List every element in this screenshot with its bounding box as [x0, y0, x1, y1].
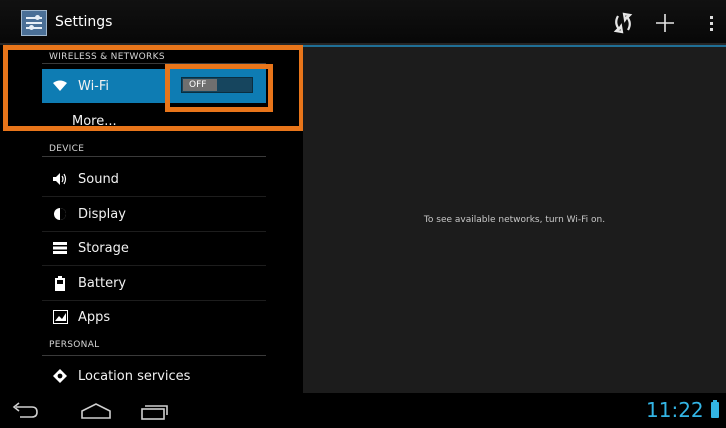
sidebar-item-apps[interactable]: Apps — [42, 300, 266, 334]
status-battery-icon — [711, 400, 719, 418]
sidebar-item-battery[interactable]: Battery — [42, 266, 266, 300]
add-icon[interactable] — [652, 8, 678, 38]
overflow-menu-icon[interactable] — [704, 8, 718, 38]
recent-apps-icon[interactable] — [138, 401, 170, 423]
sidebar-item-label: Sound — [78, 171, 119, 187]
sidebar-item-label: Location services — [78, 368, 191, 384]
sidebar-item-sound[interactable]: Sound — [42, 162, 266, 196]
sound-icon — [52, 171, 68, 187]
sidebar-item-label: Display — [78, 206, 126, 222]
sidebar-item-storage[interactable]: Storage — [42, 231, 266, 265]
sidebar-item-label: Battery — [78, 275, 127, 291]
back-icon[interactable] — [10, 401, 42, 423]
navigation-bar — [0, 395, 726, 428]
storage-icon — [52, 240, 68, 256]
sidebar-item-display[interactable]: Display — [42, 197, 266, 231]
sidebar-item-label: Apps — [78, 309, 111, 325]
highlight-wifi-toggle — [165, 64, 273, 112]
category-divider — [42, 156, 266, 157]
status-clock: 11:22 — [646, 398, 704, 422]
action-bar: Settings — [0, 0, 726, 45]
refresh-icon[interactable] — [610, 8, 636, 38]
settings-app-icon[interactable] — [21, 10, 47, 36]
wifi-detail-pane: To see available networks, turn Wi-Fi on… — [303, 45, 726, 393]
wifi-off-message: To see available networks, turn Wi-Fi on… — [423, 215, 606, 225]
category-divider — [42, 355, 266, 356]
sidebar-item-label: Storage — [78, 240, 129, 256]
app-title: Settings — [55, 14, 113, 30]
location-icon — [52, 368, 68, 384]
category-personal: PERSONAL — [49, 340, 100, 350]
apps-icon — [52, 309, 68, 325]
battery-icon — [52, 275, 68, 291]
sidebar-item-location[interactable]: Location services — [42, 359, 266, 393]
display-icon — [52, 206, 68, 222]
category-device: DEVICE — [49, 144, 85, 154]
home-icon[interactable] — [80, 401, 112, 423]
